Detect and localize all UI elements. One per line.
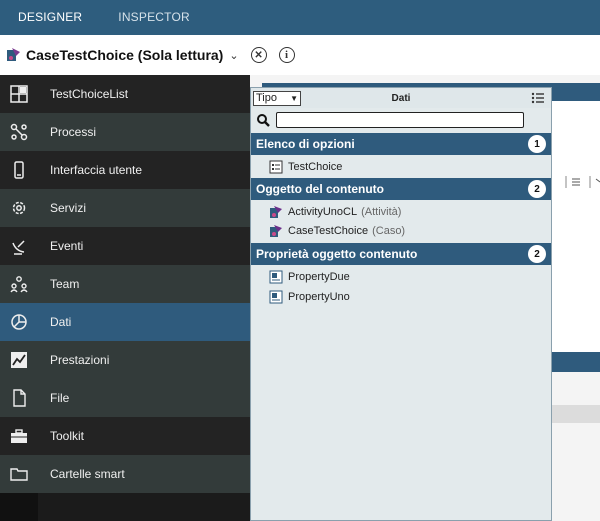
title-bar: CaseTestChoice (Sola lettura) ⌄ ✕ i (0, 35, 600, 75)
sidebar-item-label: Dati (50, 315, 72, 329)
count-badge: 1 (528, 135, 546, 153)
close-icon[interactable]: ✕ (250, 47, 267, 63)
list-item[interactable]: PropertyDue (251, 268, 551, 286)
case-icon (7, 48, 20, 61)
list-item[interactable]: CaseTestChoice (Caso) (251, 222, 551, 240)
sidebar-item-label: Toolkit (50, 429, 85, 443)
section-header-proprieta-oggetto[interactable]: Proprietà oggetto contenuto 2 (251, 243, 551, 265)
content-object-icon (270, 206, 282, 218)
chevron-down-icon: ▼ (290, 93, 298, 103)
section-label: Proprietà oggetto contenuto (256, 247, 418, 261)
list-item[interactable]: ActivityUnoCL (Attività) (251, 203, 551, 221)
sidebar-item-team[interactable]: Team (0, 265, 250, 303)
page-title: CaseTestChoice (Sola lettura) (26, 47, 224, 63)
tab-inspector[interactable]: INSPECTOR (100, 0, 208, 35)
search-icon (257, 114, 270, 127)
section-header-elenco-opzioni[interactable]: Elenco di opzioni 1 (251, 133, 551, 155)
sidebar-item-processi[interactable]: Processi (0, 113, 250, 151)
list-view-icon[interactable] (531, 91, 545, 105)
search-input[interactable] (276, 112, 524, 128)
popup-header: Tipo ▼ Dati (251, 88, 551, 108)
type-select-value: Tipo (256, 92, 277, 104)
sidebar-item-label: Eventi (50, 239, 84, 253)
property-icon (269, 270, 283, 284)
sidebar-item-servizi[interactable]: Servizi (0, 189, 250, 227)
data-picker-popup: Tipo ▼ Dati Elenco di opzioni 1 TestChoi… (250, 87, 552, 521)
sidebar-item-label: Cartelle smart (50, 467, 125, 481)
satellite-icon (0, 227, 38, 265)
section-label: Elenco di opzioni (256, 137, 355, 151)
item-subtype: (Caso) (372, 225, 406, 237)
layout-icon (0, 75, 38, 113)
item-label: TestChoice (288, 161, 343, 173)
list-item[interactable]: PropertyUno (251, 288, 551, 306)
gear-icon (0, 189, 38, 227)
process-icon (0, 113, 38, 151)
folder-icon (0, 455, 38, 493)
sidebar-item-label: Interfaccia utente (50, 163, 143, 177)
item-subtype: (Attività) (361, 206, 402, 218)
choice-list-icon (269, 160, 283, 174)
trend-icon (0, 341, 38, 379)
file-icon (0, 379, 38, 417)
sidebar-item-dati[interactable]: Dati (0, 303, 250, 341)
sidebar-item-toolkit[interactable]: Toolkit (0, 417, 250, 455)
item-label: PropertyUno (288, 291, 350, 303)
section-label: Oggetto del contenuto (256, 182, 384, 196)
sidebar-item-label: Team (50, 277, 80, 291)
sidebar-item-label: File (50, 391, 70, 405)
sidebar-item-eventi[interactable]: Eventi (0, 227, 250, 265)
pie-icon (0, 303, 38, 341)
chevron-down-icon[interactable]: ⌄ (229, 49, 238, 62)
property-icon (269, 290, 283, 304)
list-item[interactable]: TestChoice (251, 158, 551, 176)
sidebar-item-prestazioni[interactable]: Prestazioni (0, 341, 250, 379)
app-root: DESIGNER INSPECTOR CaseTestChoice (Sola … (0, 0, 600, 521)
sidebar-item-file[interactable]: File (0, 379, 250, 417)
sidebar-item-testchoicelist[interactable]: TestChoiceList (0, 75, 250, 113)
top-tab-bar: DESIGNER INSPECTOR (0, 0, 600, 35)
editor-toolbar-icons (560, 172, 600, 192)
sidebar-item-cartelle-smart[interactable]: Cartelle smart (0, 455, 250, 493)
count-badge: 2 (528, 245, 546, 263)
type-select[interactable]: Tipo ▼ (253, 90, 301, 106)
sidebar-item-interfaccia-utente[interactable]: Interfaccia utente (0, 151, 250, 189)
count-badge: 2 (528, 180, 546, 198)
phone-icon (0, 151, 38, 189)
info-icon[interactable]: i (278, 47, 295, 63)
item-label: CaseTestChoice (288, 225, 369, 237)
sidebar-item-label: Processi (50, 125, 97, 139)
sidebar-item-label: Prestazioni (50, 353, 110, 367)
content-object-icon (270, 225, 282, 237)
section-header-oggetto-contenuto[interactable]: Oggetto del contenuto 2 (251, 178, 551, 200)
tab-designer[interactable]: DESIGNER (0, 0, 100, 35)
sidebar: TestChoiceList Processi Interfaccia uten… (0, 75, 250, 521)
item-label: ActivityUnoCL (288, 206, 358, 218)
toolbox-icon (0, 417, 38, 455)
sidebar-item-label: TestChoiceList (50, 87, 129, 101)
search-row (256, 111, 546, 129)
item-label: PropertyDue (288, 271, 350, 283)
team-icon (0, 265, 38, 303)
sidebar-item-label: Servizi (50, 201, 87, 215)
